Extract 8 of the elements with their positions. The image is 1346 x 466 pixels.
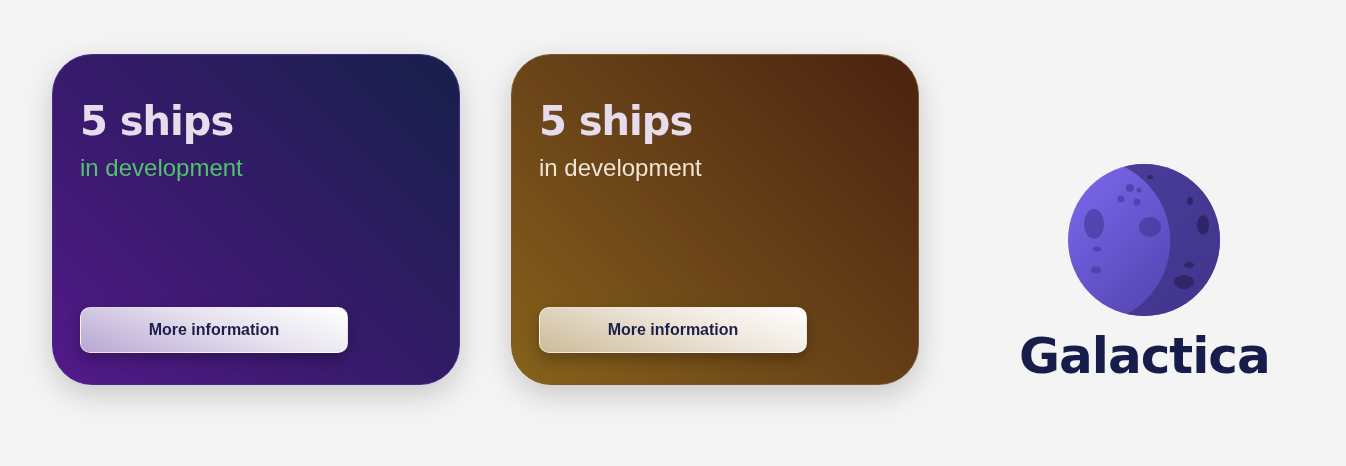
card-title: 5 ships: [539, 97, 694, 146]
more-information-button[interactable]: More information: [539, 307, 807, 353]
card-subtitle: in development: [80, 153, 244, 183]
more-information-button[interactable]: More information: [80, 307, 348, 353]
card-subtitle: in development: [539, 153, 703, 183]
brand-name: Galactica: [1019, 326, 1270, 386]
planet-icon: [1068, 164, 1221, 316]
card-title: 5 ships: [80, 97, 235, 146]
